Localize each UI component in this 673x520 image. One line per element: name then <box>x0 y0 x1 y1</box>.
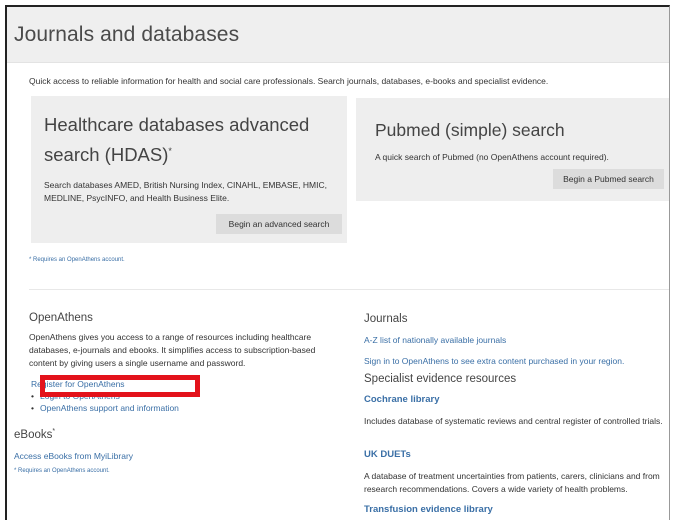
uk-duets-description: A database of treatment uncertainties fr… <box>364 471 660 494</box>
ebooks-heading-mark: * <box>52 428 56 435</box>
section-divider <box>29 289 669 290</box>
hdas-title-text: Healthcare databases advanced search (HD… <box>44 114 310 166</box>
pubmed-card: Pubmed (simple) search A quick search of… <box>356 98 669 201</box>
ebooks-heading-text: eBooks <box>14 428 53 441</box>
page-title: Journals and databases <box>14 23 240 46</box>
footnote-openathens-required: * Requires an OpenAthens account. <box>29 257 125 263</box>
hdas-description: Search databases AMED, British Nursing I… <box>44 180 327 203</box>
ebooks-footnote: * Requires an OpenAthens account. <box>14 468 110 474</box>
hdas-title-mark: * <box>168 146 172 156</box>
openathens-description: OpenAthens gives you access to a range o… <box>29 332 316 368</box>
hdas-title: Healthcare databases advanced search (HD… <box>44 112 334 168</box>
specialist-evidence-heading: Specialist evidence resources <box>364 373 517 385</box>
sign-in-openathens-link[interactable]: Sign in to OpenAthens to see extra conte… <box>364 356 624 366</box>
page-frame: Journals and databases Quick access to r… <box>5 5 670 520</box>
transfusion-evidence-link[interactable]: Transfusion evidence library <box>364 504 493 515</box>
cochrane-library-link[interactable]: Cochrane library <box>364 394 440 405</box>
uk-duets-link[interactable]: UK DUETs <box>364 449 411 460</box>
intro-text: Quick access to reliable information for… <box>29 76 549 86</box>
pubmed-title: Pubmed (simple) search <box>375 120 565 140</box>
hdas-card: Healthcare databases advanced search (HD… <box>31 96 347 243</box>
page-header: Journals and databases <box>7 7 669 63</box>
cochrane-description: Includes database of systematic reviews … <box>364 416 663 426</box>
begin-pubmed-search-button[interactable]: Begin a Pubmed search <box>553 169 664 189</box>
access-ebooks-link[interactable]: Access eBooks from MyiLibrary <box>14 451 133 461</box>
openathens-heading: OpenAthens <box>29 312 93 324</box>
begin-advanced-search-button[interactable]: Begin an advanced search <box>216 214 342 234</box>
pubmed-description: A quick search of Pubmed (no OpenAthens … <box>375 152 609 162</box>
openathens-support-link[interactable]: OpenAthens support and information <box>40 403 179 413</box>
openathens-support-item: OpenAthens support and information <box>29 402 179 414</box>
az-journals-link[interactable]: A-Z list of nationally available journal… <box>364 335 506 345</box>
journals-heading: Journals <box>364 313 408 325</box>
ebooks-heading: eBooks* <box>14 428 55 441</box>
register-highlight-box <box>40 375 200 397</box>
